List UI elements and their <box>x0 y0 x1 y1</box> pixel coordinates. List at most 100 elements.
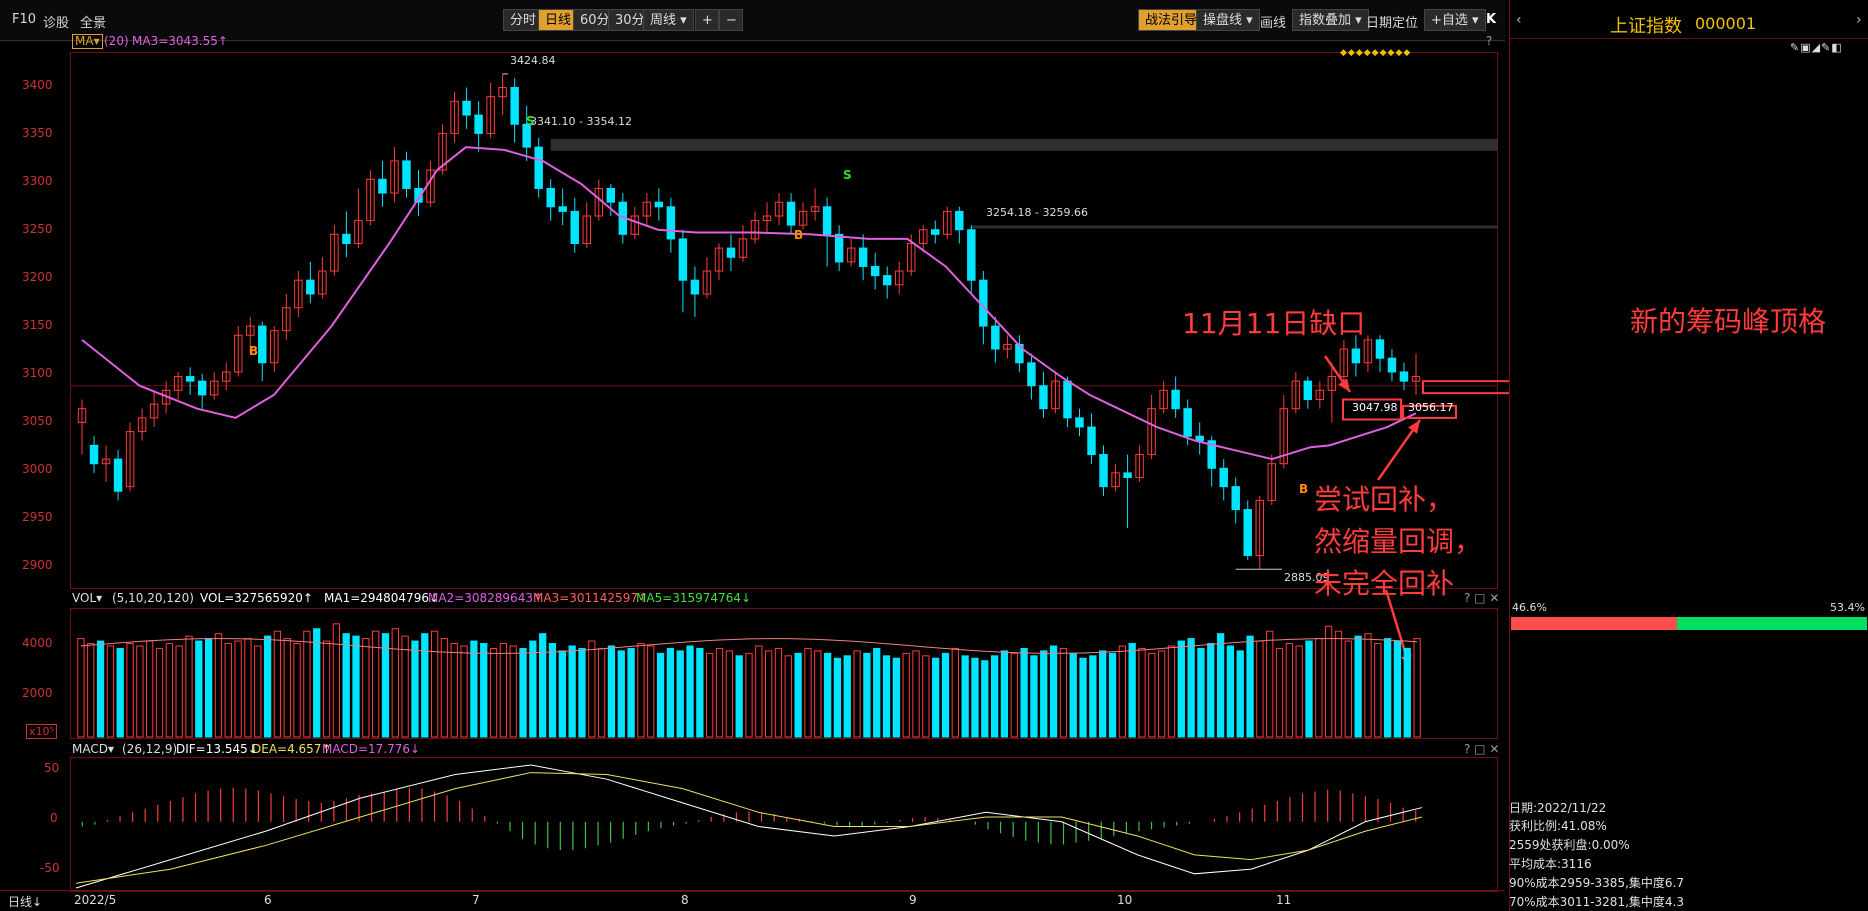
help-icon[interactable]: ? <box>1486 34 1492 48</box>
volume-bar <box>273 630 282 738</box>
candle-body <box>1087 426 1096 456</box>
volume-bar <box>1118 645 1126 738</box>
candle-body <box>726 247 736 258</box>
volume-bar <box>1334 630 1343 738</box>
volume-bar <box>1226 645 1235 738</box>
index-code: 000001 <box>1695 14 1757 33</box>
volume-unit: x10⁵ <box>26 724 57 739</box>
y-label: 3300 <box>22 174 53 188</box>
next-icon[interactable]: › <box>1856 12 1862 28</box>
gap-band <box>550 138 1498 151</box>
candle-body <box>546 187 555 208</box>
candle-body <box>402 160 411 189</box>
volume-bar <box>725 650 733 738</box>
volume-bar <box>539 633 547 738</box>
volume-bar <box>1315 638 1323 738</box>
volume-indicator-selector[interactable]: VOL▾ <box>72 591 102 605</box>
chip-profit-ratio: 获利比例:41.08% <box>1509 819 1607 833</box>
x-label: 6 <box>264 893 272 907</box>
volume-bar <box>686 645 694 738</box>
volume-value: VOL=327565920↑ <box>200 591 313 605</box>
volume-bar <box>1030 655 1038 738</box>
y-label: 3350 <box>22 126 53 140</box>
volume-bar <box>1285 643 1294 738</box>
volume-y-label: 2000 <box>22 686 53 700</box>
gap-note: 11月11日缺口 <box>1182 307 1366 340</box>
high-label: 3424.84 <box>510 54 556 67</box>
volume-bar <box>971 657 979 738</box>
candle-body <box>1387 357 1397 373</box>
volume-bar <box>362 638 370 738</box>
volume-bar <box>715 647 724 738</box>
volume-bar <box>1246 635 1254 738</box>
volume-bar <box>460 645 468 738</box>
period-selector[interactable]: 日线↓ <box>8 893 42 910</box>
volume-bar <box>617 650 625 738</box>
buy-signal: B <box>249 344 259 358</box>
volume-bar <box>470 640 478 738</box>
volume-bar <box>961 655 969 738</box>
volume-bar <box>666 647 675 738</box>
volume-bar <box>823 652 832 738</box>
volume-bar <box>932 657 940 738</box>
volume-bar <box>1197 647 1205 738</box>
volume-bar <box>1157 650 1166 738</box>
volume-bar <box>1305 640 1313 738</box>
candle-body <box>786 201 796 226</box>
candle-body <box>1171 389 1180 410</box>
volume-bar <box>116 647 124 738</box>
volume-bar <box>1040 650 1048 738</box>
y-label: 3250 <box>22 222 53 236</box>
volume-bar <box>244 638 252 738</box>
chip-tool-icons[interactable]: ✎▣◢✎◧ <box>1790 41 1843 54</box>
volume-bar <box>1099 650 1107 738</box>
chip-cost-90: 90%成本2959-3385,集中度6.7 <box>1509 876 1684 890</box>
volume-bar <box>1079 657 1087 738</box>
candle-body <box>378 178 387 194</box>
volume-bar <box>735 655 743 738</box>
macd-indicator-selector[interactable]: MACD▾ <box>72 742 114 756</box>
candle-body <box>570 210 579 245</box>
x-label: 8 <box>681 893 689 907</box>
ma-param: (20) <box>104 34 129 48</box>
indicator-selector[interactable]: MA▾ <box>72 34 103 49</box>
volume-bar <box>1167 645 1176 738</box>
signal-diamonds: ◆◆◆◆◆◆◆◆◆ <box>1340 48 1412 58</box>
volume-bar <box>1187 638 1195 738</box>
gap-band <box>971 225 1498 229</box>
volume-bar <box>902 652 910 738</box>
volume-bar <box>480 643 488 738</box>
prev-icon[interactable]: ‹ <box>1516 12 1522 28</box>
macd-value: MACD=17.776↓ <box>322 742 421 756</box>
y-label: 2950 <box>22 510 53 524</box>
y-label: 3050 <box>22 414 53 428</box>
volume-bar <box>1177 640 1185 738</box>
candle-body <box>1063 380 1072 419</box>
candle-body <box>1039 385 1048 410</box>
gap-low-label: 3047.98 <box>1352 401 1398 414</box>
candle-body <box>991 325 1000 350</box>
candle-body <box>1123 472 1132 478</box>
volume-panel-controls[interactable]: ? □ ✕ <box>1464 591 1499 605</box>
volume-bar <box>1000 650 1009 738</box>
buy-signal: B <box>1299 482 1309 496</box>
volume-ma5: MA5=315974764↓ <box>636 591 752 605</box>
y-label: 3400 <box>22 78 53 92</box>
macd-panel-controls[interactable]: ? □ ✕ <box>1464 742 1499 756</box>
volume-bar <box>175 645 183 738</box>
volume-bar <box>843 655 851 738</box>
volume-bar <box>981 660 989 738</box>
macd-y-label: -50 <box>40 861 60 875</box>
candle-body <box>462 100 471 116</box>
x-label: 7 <box>472 893 480 907</box>
volume-bar <box>195 640 203 738</box>
candle-body <box>1219 467 1228 488</box>
candle-body <box>834 233 844 263</box>
volume-bar <box>548 643 557 738</box>
y-label: 2900 <box>22 558 53 572</box>
volume-bar <box>1128 643 1136 738</box>
volume-bar <box>430 630 439 738</box>
macd-selector-label: MACD <box>72 742 108 756</box>
volume-bar <box>863 652 871 738</box>
y-label: 3100 <box>22 366 53 380</box>
